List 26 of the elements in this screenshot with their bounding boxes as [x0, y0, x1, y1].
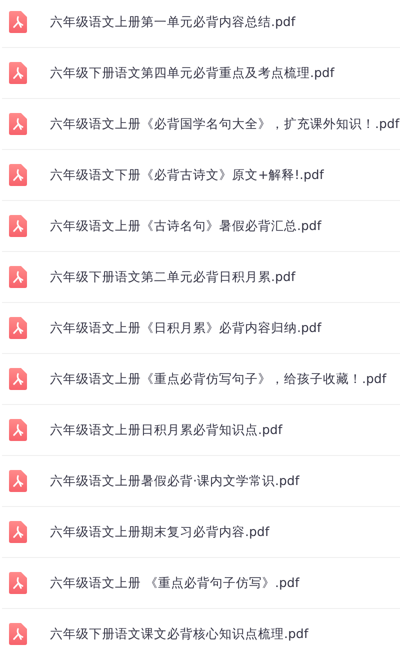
pdf-file-icon [9, 521, 27, 543]
pdf-file-icon [9, 572, 27, 594]
file-link[interactable]: 六年级下册语文课文必背核心知识点梳理.pdf [50, 626, 308, 642]
file-link[interactable]: 六年级语文上册第一单元必背内容总结.pdf [50, 14, 296, 30]
file-link[interactable]: 六年级语文上册日积月累必背知识点.pdf [50, 422, 282, 438]
pdf-file-icon [9, 266, 27, 288]
file-link[interactable]: 六年级语文上册《必背国学名句大全》，扩充课外知识！.pdf [50, 116, 400, 132]
file-link[interactable]: 六年级语文上册《古诗名句》暑假必背汇总.pdf [50, 218, 322, 234]
pdf-file-icon [9, 419, 27, 441]
file-link[interactable]: 六年级语文上册期末复习必背内容.pdf [50, 524, 270, 540]
pdf-file-icon [9, 62, 27, 84]
pdf-file-icon [9, 113, 27, 135]
pdf-file-icon [9, 164, 27, 186]
pdf-file-icon [9, 317, 27, 339]
file-link[interactable]: 六年级语文上册 《重点必背句子仿写》.pdf [50, 574, 300, 592]
pdf-file-icon [9, 11, 27, 33]
file-link[interactable]: 六年级语文下册《必背古诗文》原文+解释!.pdf [50, 166, 324, 184]
file-link[interactable]: 六年级语文上册《重点必背仿写句子》，给孩子收藏！.pdf [50, 370, 386, 388]
file-link[interactable]: 六年级下册语文第二单元必背日积月累.pdf [50, 268, 296, 286]
pdf-file-icon [9, 215, 27, 237]
pdf-file-icon [9, 368, 27, 390]
file-link[interactable]: 六年级下册语文第四单元必背重点及考点梳理.pdf [50, 64, 334, 82]
pdf-file-icon [9, 623, 27, 645]
pdf-file-icon [9, 470, 27, 492]
file-link[interactable]: 六年级语文上册《日积月累》必背内容归纳.pdf [50, 320, 322, 336]
file-link[interactable]: 六年级语文上册暑假必背·课内文学常识.pdf [50, 472, 300, 490]
